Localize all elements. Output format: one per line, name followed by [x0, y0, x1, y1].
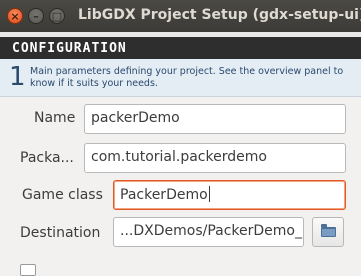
- maximize-window-button[interactable]: □: [49, 8, 65, 24]
- package-input[interactable]: com.tutorial.packerdemo: [84, 143, 346, 173]
- minimize-window-button[interactable]: –: [28, 8, 44, 24]
- text-cursor: [208, 186, 210, 202]
- browse-destination-button[interactable]: [312, 217, 344, 247]
- option-checkbox[interactable]: [20, 264, 36, 276]
- folder-icon: [321, 224, 336, 237]
- destination-value: ...DXDemos/PackerDemo_8: [120, 223, 304, 239]
- window-title: LibGDX Project Setup (gdx-setup-ui): [78, 7, 361, 23]
- close-window-button[interactable]: ×: [7, 8, 23, 24]
- section-description: Main parameters defining your project. S…: [30, 66, 344, 89]
- package-label: Packa...: [20, 150, 74, 166]
- game-class-input[interactable]: PackerDemo: [113, 180, 346, 210]
- game-class-label: Game class: [22, 187, 103, 203]
- name-input[interactable]: packerDemo: [84, 104, 346, 134]
- section-title: CONFIGURATION: [12, 41, 127, 56]
- destination-label: Destination: [20, 225, 101, 241]
- name-label: Name: [34, 110, 76, 126]
- destination-input[interactable]: ...DXDemos/PackerDemo_8: [113, 217, 304, 247]
- step-number: 1: [9, 62, 26, 92]
- section-description-panel: 1 Main parameters defining your project.…: [0, 59, 361, 97]
- game-class-value: PackerDemo: [120, 187, 208, 203]
- window-titlebar: × – □ LibGDX Project Setup (gdx-setup-ui…: [0, 0, 361, 32]
- configuration-section-header: CONFIGURATION: [0, 32, 361, 59]
